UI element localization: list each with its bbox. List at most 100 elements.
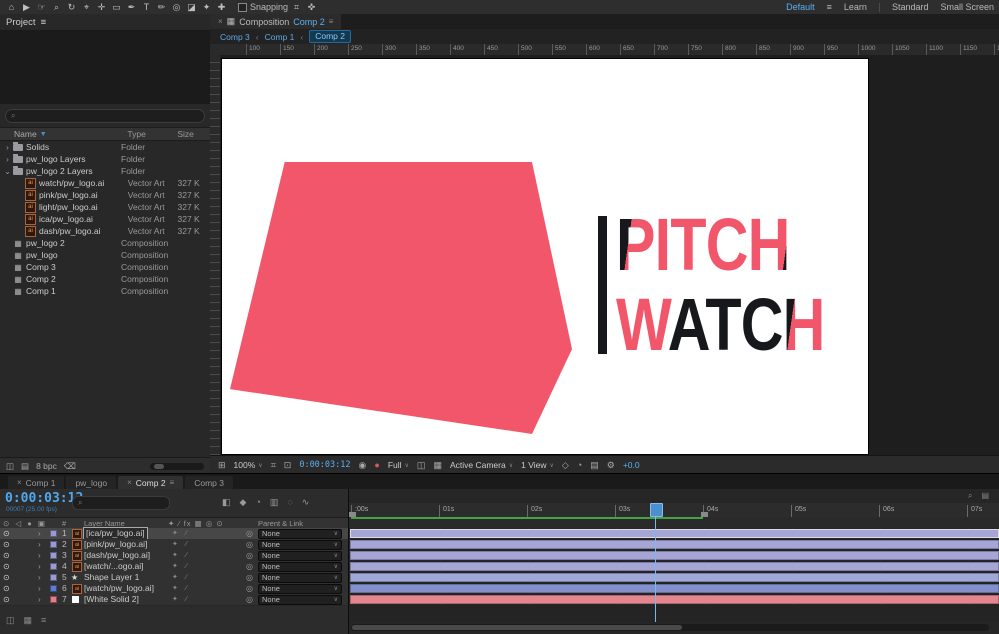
breadcrumb-comp-2-active[interactable]: Comp 2: [309, 30, 351, 43]
parent-pickwhip-icon[interactable]: ◎: [246, 583, 253, 594]
snap-options-icon[interactable]: ⌗: [290, 1, 303, 14]
shape-tool-icon[interactable]: ▭: [110, 1, 123, 14]
camera-select[interactable]: Active Camera∨: [450, 460, 513, 470]
column-parent-link[interactable]: Parent & Link: [258, 519, 303, 528]
expand-layer-switches-icon[interactable]: ◫: [6, 615, 15, 626]
puppet-tool-icon[interactable]: ✚: [215, 1, 228, 14]
workspace-default-button[interactable]: Default: [786, 2, 815, 12]
project-item[interactable]: aidash/pw_logo.aiVector Art327 K: [0, 225, 210, 237]
breadcrumb-comp-1[interactable]: Comp 1: [265, 32, 295, 42]
layer-duration-bar[interactable]: [350, 573, 999, 582]
transparency-grid-icon[interactable]: ▦: [433, 460, 442, 471]
project-item[interactable]: ▦pw_logo 2Composition: [0, 237, 210, 249]
column-header-type[interactable]: Type: [127, 129, 177, 139]
timeline-h-scrollbar[interactable]: [351, 624, 989, 631]
layer-switches[interactable]: ✦ ∕: [172, 550, 190, 561]
parent-pickwhip-icon[interactable]: ◎: [246, 594, 253, 605]
expand-transfer-controls-icon[interactable]: ▦: [24, 615, 33, 626]
parent-link-select[interactable]: None∨: [258, 540, 342, 550]
pan-behind-tool-icon[interactable]: ✛: [95, 1, 108, 14]
zoom-out-icon[interactable]: ⌕: [968, 491, 972, 501]
layer-color-chip[interactable]: [50, 563, 57, 570]
timeline-search-input[interactable]: ⌕: [72, 496, 170, 510]
create-folder-icon[interactable]: ▤: [21, 461, 29, 472]
layer-duration-bar[interactable]: [350, 529, 999, 538]
layer-visibility-icon[interactable]: ⊙: [3, 583, 10, 594]
workspace-learn-button[interactable]: Learn: [844, 2, 867, 12]
view-layout-select[interactable]: 1 View∨: [521, 460, 554, 470]
layer-switches[interactable]: ✦ ∕: [172, 583, 190, 594]
panel-menu-icon[interactable]: ≡: [41, 17, 47, 28]
workspace-standard-button[interactable]: Standard: [892, 2, 929, 12]
work-area-start-handle[interactable]: [349, 512, 356, 517]
pixel-aspect-icon[interactable]: ◇: [562, 460, 569, 471]
parent-pickwhip-icon[interactable]: ◎: [246, 561, 253, 572]
project-bit-depth[interactable]: 8 bpc: [36, 461, 57, 471]
project-item[interactable]: aiwatch/pw_logo.aiVector Art327 K: [0, 177, 210, 189]
layer-visibility-icon[interactable]: ⊙: [3, 539, 10, 550]
timeline-options-icon[interactable]: ▤: [981, 491, 989, 501]
orbit-camera-tool-icon[interactable]: ↻: [65, 1, 78, 14]
layer-color-chip[interactable]: [50, 552, 57, 559]
column-layer-name[interactable]: Layer Name: [84, 519, 125, 528]
parent-pickwhip-icon[interactable]: ◎: [246, 572, 253, 583]
exposure-gear-icon[interactable]: ⚙: [607, 460, 615, 471]
pen-tool-icon[interactable]: ✒: [125, 1, 138, 14]
tree-caret-icon[interactable]: ›: [3, 155, 12, 164]
tree-caret-icon[interactable]: ›: [3, 143, 12, 152]
layer-duration-bar[interactable]: [350, 584, 999, 593]
layer-color-chip[interactable]: [50, 585, 57, 592]
selection-tool-icon[interactable]: ▶: [20, 1, 33, 14]
close-icon[interactable]: ×: [218, 17, 223, 26]
hand-tool-icon[interactable]: ☞: [35, 1, 48, 14]
project-item[interactable]: ▦Comp 2Composition: [0, 273, 210, 285]
timeline-tab-comp-3[interactable]: Comp 3: [185, 476, 233, 489]
project-item[interactable]: aiica/pw_logo.aiVector Art327 K: [0, 213, 210, 225]
timeline-button-icon[interactable]: ▤: [590, 460, 599, 471]
parent-link-select[interactable]: None∨: [258, 595, 342, 605]
trash-icon[interactable]: ⌫: [64, 461, 76, 472]
parent-link-select[interactable]: None∨: [258, 584, 342, 594]
layer-duration-bar[interactable]: [350, 595, 999, 604]
layer-color-chip[interactable]: [50, 530, 57, 537]
composition-canvas[interactable]: PITCH WATCH: [222, 59, 868, 454]
project-search-input[interactable]: ⌕: [5, 109, 205, 123]
parent-link-select[interactable]: None∨: [258, 573, 342, 583]
parent-link-select[interactable]: None∨: [258, 529, 342, 539]
tree-caret-icon[interactable]: ⌄: [3, 167, 12, 176]
project-item[interactable]: aipink/pw_logo.aiVector Art327 K: [0, 189, 210, 201]
layer-visibility-icon[interactable]: ⊙: [3, 572, 10, 583]
project-item[interactable]: ⌄pw_logo 2 LayersFolder: [0, 165, 210, 177]
brush-tool-icon[interactable]: ✏: [155, 1, 168, 14]
layer-caret-icon[interactable]: ›: [38, 550, 41, 561]
layer-switches[interactable]: ✦ ∕: [172, 572, 190, 583]
timeline-tab-comp-2[interactable]: ×Comp 2≡: [118, 476, 183, 489]
project-footer-slider[interactable]: [150, 463, 204, 470]
layer-duration-bar[interactable]: [350, 551, 999, 560]
roto-brush-tool-icon[interactable]: ✦: [200, 1, 213, 14]
panel-menu-icon[interactable]: ≡: [170, 478, 175, 487]
layer-visibility-icon[interactable]: ⊙: [3, 561, 10, 572]
layer-color-chip[interactable]: [50, 596, 57, 603]
channel-icon[interactable]: ●: [374, 460, 379, 470]
parent-link-select[interactable]: None∨: [258, 562, 342, 572]
layer-duration-bar[interactable]: [350, 562, 999, 571]
composition-tab[interactable]: × ▦ Composition Comp 2 ≡: [210, 14, 341, 29]
project-item[interactable]: ▦pw_logoComposition: [0, 249, 210, 261]
timeline-tab-comp-1[interactable]: ×Comp 1: [8, 476, 64, 489]
composition-viewport[interactable]: PITCH WATCH: [220, 55, 999, 456]
magnification-icon[interactable]: ⊞: [218, 460, 226, 471]
workspace-small-screen-button[interactable]: Small Screen: [940, 2, 994, 12]
clone-stamp-tool-icon[interactable]: ◎: [170, 1, 183, 14]
type-tool-icon[interactable]: T: [140, 1, 153, 14]
graph-editor-icon[interactable]: ∿: [302, 497, 310, 508]
panel-menu-icon[interactable]: ≡: [329, 17, 334, 26]
layer-visibility-icon[interactable]: ⊙: [3, 594, 10, 605]
expand-in-out-icon[interactable]: ≡: [41, 615, 46, 626]
layer-switches[interactable]: ✦ ∕: [172, 594, 190, 605]
snap-grid-icon[interactable]: ✜: [305, 1, 318, 14]
parent-pickwhip-icon[interactable]: ◎: [246, 539, 253, 550]
close-icon[interactable]: ×: [127, 478, 132, 487]
playhead-handle[interactable]: [650, 503, 663, 517]
layer-caret-icon[interactable]: ›: [38, 583, 41, 594]
